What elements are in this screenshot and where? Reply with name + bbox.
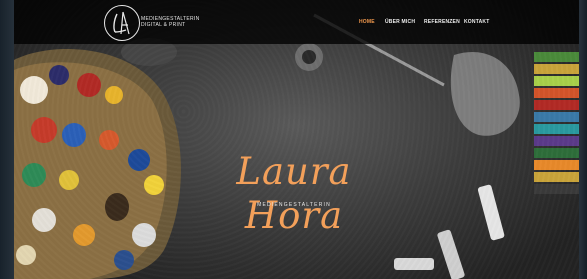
- browser-frame: MEDIENGESTALTERIN DIGITAL & PRINT HOME Ü…: [0, 0, 587, 279]
- nav-ueber-mich[interactable]: ÜBER MICH: [385, 19, 415, 25]
- hero-section: MEDIENGESTALTERIN DIGITAL & PRINT HOME Ü…: [14, 0, 579, 279]
- logo-text-line2: DIGITAL & PRINT: [141, 22, 186, 28]
- top-navigation-bar: MEDIENGESTALTERIN DIGITAL & PRINT HOME Ü…: [14, 0, 579, 44]
- right-edge: [579, 0, 587, 279]
- nav-kontakt[interactable]: KONTAKT: [464, 19, 489, 25]
- left-edge: [0, 0, 14, 279]
- nav-referenzen[interactable]: REFERENZEN: [424, 19, 460, 25]
- nav-home[interactable]: HOME: [359, 19, 375, 25]
- hero-subtitle: MEDIENGESTALTERIN: [257, 202, 331, 208]
- logo-text[interactable]: MEDIENGESTALTERIN DIGITAL & PRINT: [141, 16, 200, 28]
- logo-icon[interactable]: [104, 5, 140, 41]
- hero-title: Laura Hora: [236, 150, 352, 237]
- logo-monogram-icon: [113, 11, 130, 35]
